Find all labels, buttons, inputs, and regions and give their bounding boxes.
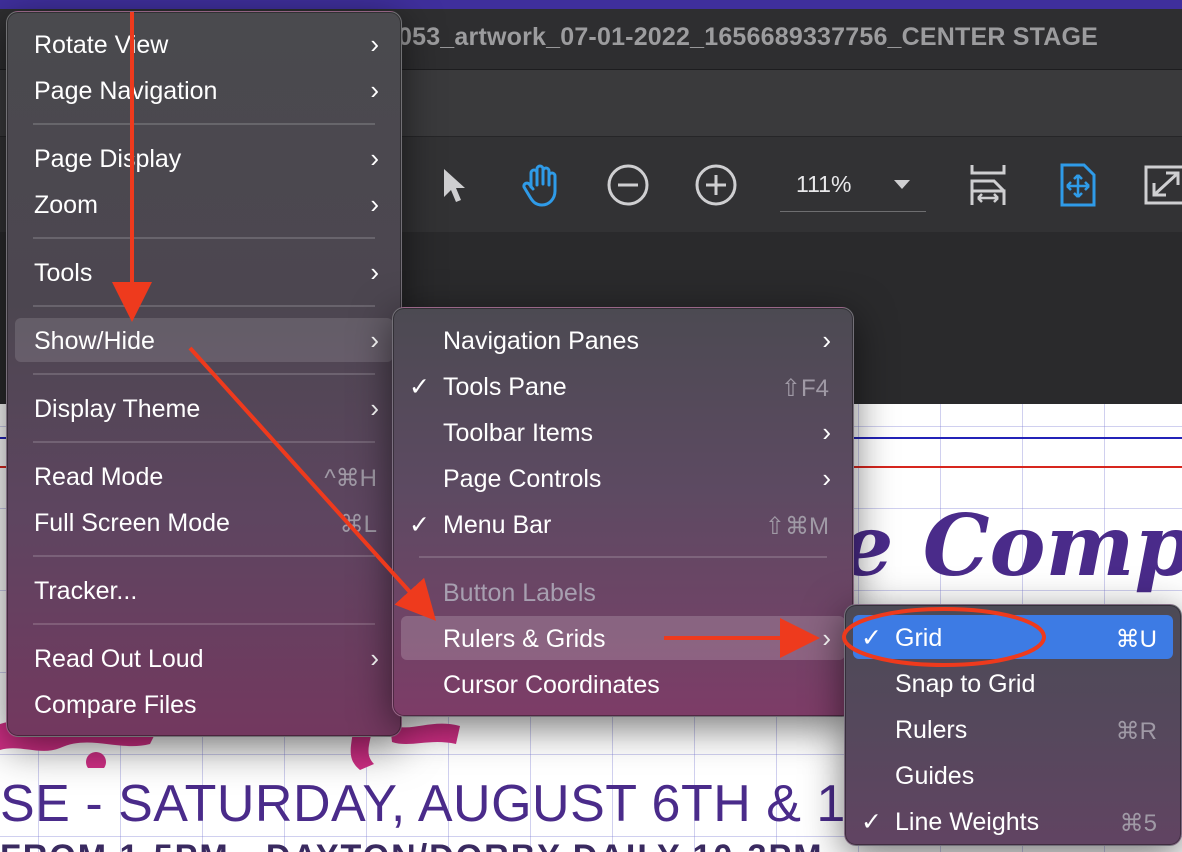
shortcut-label: ⇧F4 — [780, 375, 829, 402]
shortcut-label: ⌘5 — [1119, 810, 1157, 837]
menu-separator — [33, 305, 375, 307]
menu-item-zoom[interactable]: Zoom › — [15, 182, 393, 226]
shortcut-label: ⇧⌘M — [764, 513, 829, 540]
move-page-icon[interactable] — [1054, 161, 1102, 209]
chevron-right-icon: › — [822, 417, 831, 447]
menu-item-line-weights[interactable]: ✓ Line Weights ⌘5 — [853, 799, 1173, 843]
chevron-right-icon: › — [822, 463, 831, 493]
document-company-text: e Compan — [840, 496, 1182, 595]
menu-separator — [33, 373, 375, 375]
show-hide-submenu: Navigation Panes › ✓ Tools Pane ⇧F4 Tool… — [392, 307, 854, 717]
view-menu: Rotate View › Page Navigation › Page Dis… — [6, 11, 402, 737]
menu-item-cursor-coordinates[interactable]: Cursor Coordinates — [401, 662, 845, 706]
shortcut-label: ⌘L — [339, 511, 377, 538]
checkmark-icon: ✓ — [861, 624, 882, 652]
zoom-level-dropdown[interactable]: 111% — [780, 163, 926, 212]
menu-item-page-display[interactable]: Page Display › — [15, 136, 393, 180]
shortcut-label: ^⌘H — [324, 465, 377, 492]
menu-item-snap-to-grid[interactable]: Snap to Grid — [853, 661, 1173, 705]
rulers-grids-submenu: ✓ Grid ⌘U Snap to Grid Rulers ⌘R Guides … — [844, 604, 1182, 846]
menu-item-menu-bar[interactable]: ✓ Menu Bar ⇧⌘M — [401, 502, 845, 546]
menu-item-page-controls[interactable]: Page Controls › — [401, 456, 845, 500]
menu-separator — [33, 441, 375, 443]
chevron-right-icon: › — [370, 29, 379, 59]
document-bottom-text: FROM 1-5PM - DAYTON/DORBY DAILY 10-3PM — [0, 838, 824, 852]
menu-item-compare-files[interactable]: Compare Files — [15, 682, 393, 726]
zoom-in-icon[interactable] — [692, 161, 740, 209]
menu-separator — [33, 623, 375, 625]
chevron-right-icon: › — [822, 623, 831, 653]
chevron-right-icon: › — [370, 325, 379, 355]
checkmark-icon: ✓ — [409, 511, 430, 539]
menu-item-button-labels: Button Labels — [443, 579, 596, 607]
chevron-right-icon: › — [370, 257, 379, 287]
chevron-right-icon: › — [370, 189, 379, 219]
zoom-value: 111% — [796, 171, 852, 197]
menu-separator — [419, 556, 827, 558]
fit-page-icon[interactable] — [964, 161, 1012, 209]
menu-item-tracker[interactable]: Tracker... — [15, 568, 393, 612]
menu-item-full-screen-mode[interactable]: Full Screen Mode ⌘L — [15, 500, 393, 544]
menu-item-show-hide[interactable]: Show/Hide › — [15, 318, 393, 362]
menu-item-tools[interactable]: Tools › — [15, 250, 393, 294]
chevron-right-icon: › — [370, 393, 379, 423]
expand-icon[interactable] — [1142, 161, 1182, 209]
menu-separator — [33, 555, 375, 557]
menu-item-read-mode[interactable]: Read Mode ^⌘H — [15, 454, 393, 498]
menu-item-navigation-panes[interactable]: Navigation Panes › — [401, 318, 845, 362]
menu-separator — [33, 237, 375, 239]
screen-top-strip — [0, 0, 1182, 9]
select-arrow-icon[interactable] — [430, 161, 478, 209]
shortcut-label: ⌘U — [1115, 626, 1157, 653]
zoom-out-icon[interactable] — [604, 161, 652, 209]
checkmark-icon: ✓ — [861, 808, 882, 836]
menu-item-page-navigation[interactable]: Page Navigation › — [15, 68, 393, 112]
menu-item-grid[interactable]: ✓ Grid ⌘U — [853, 615, 1173, 659]
menu-item-guides[interactable]: Guides — [853, 753, 1173, 797]
menu-item-read-out-loud[interactable]: Read Out Loud › — [15, 636, 393, 680]
chevron-right-icon: › — [370, 75, 379, 105]
menu-item-rulers[interactable]: Rulers ⌘R — [853, 707, 1173, 751]
chevron-right-icon: › — [370, 643, 379, 673]
menu-item-tools-pane[interactable]: ✓ Tools Pane ⇧F4 — [401, 364, 845, 408]
menu-separator — [33, 123, 375, 125]
menu-item-toolbar-items[interactable]: Toolbar Items › — [401, 410, 845, 454]
caret-down-icon — [894, 180, 910, 189]
menu-item-display-theme[interactable]: Display Theme › — [15, 386, 393, 430]
menu-item-rotate-view[interactable]: Rotate View › — [15, 22, 393, 66]
chevron-right-icon: › — [822, 325, 831, 355]
document-date-text: SE - SATURDAY, AUGUST 6TH & 1 — [0, 775, 846, 833]
window-title: 053_artwork_07-01-2022_1656689337756_CEN… — [398, 23, 1099, 51]
checkmark-icon: ✓ — [409, 373, 430, 401]
chevron-right-icon: › — [370, 143, 379, 173]
shortcut-label: ⌘R — [1115, 718, 1157, 745]
menu-item-rulers-grids[interactable]: Rulers & Grids › — [401, 616, 845, 660]
hand-icon[interactable] — [516, 161, 564, 209]
